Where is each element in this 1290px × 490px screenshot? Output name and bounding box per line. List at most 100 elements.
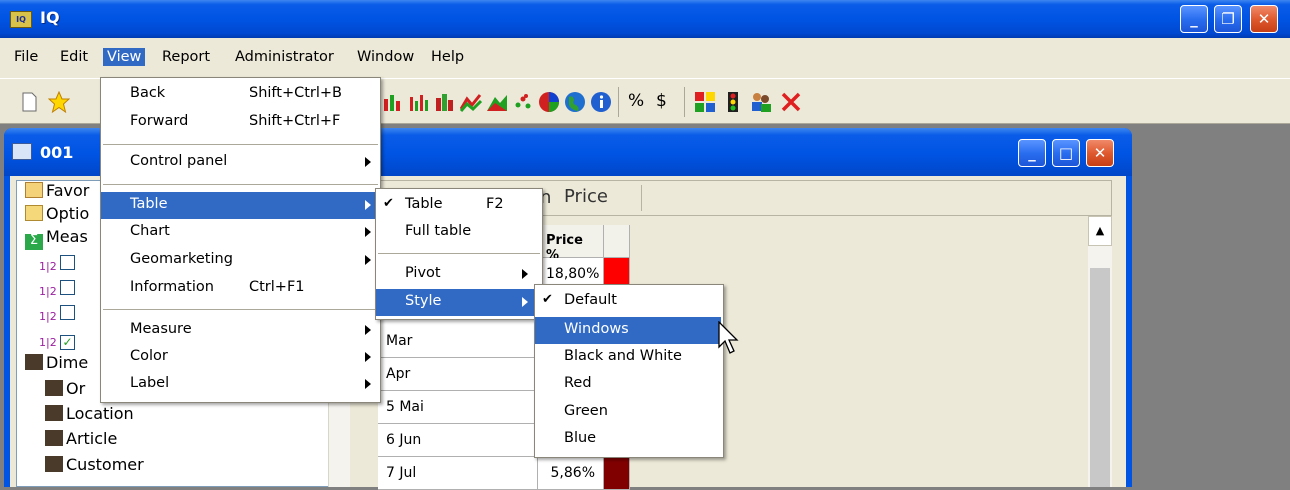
close-button[interactable]: ✕ xyxy=(1250,5,1278,33)
tree-item-measure[interactable]: 1|2 xyxy=(39,253,78,276)
menu-item-label: Table xyxy=(130,196,168,212)
row-label[interactable]: 5 Mai xyxy=(378,391,538,424)
tree-item-favorites[interactable]: Favor xyxy=(25,181,89,200)
row-label[interactable]: 7 Jul xyxy=(378,457,538,490)
row-label[interactable]: Mar xyxy=(378,325,538,358)
menu-item-label: Default xyxy=(564,292,617,308)
menu-item-style[interactable]: Style xyxy=(376,289,542,316)
menu-item-label: Black and White xyxy=(564,348,682,364)
menu-item-windows[interactable]: Windows xyxy=(535,317,721,344)
menu-separator xyxy=(378,253,540,254)
bar-chart-icon[interactable] xyxy=(382,91,404,113)
line-chart-icon[interactable] xyxy=(460,91,482,113)
tree-item-dimension[interactable]: Or xyxy=(45,379,85,398)
menu-item-color[interactable]: Color xyxy=(101,344,380,371)
menu-item-full-table[interactable]: Full table xyxy=(376,219,542,246)
checkbox[interactable] xyxy=(60,305,75,320)
area-chart-icon[interactable] xyxy=(486,91,508,113)
traffic-light-icon[interactable] xyxy=(722,91,744,113)
menu-edit[interactable]: Edit xyxy=(56,48,92,66)
menu-item-label: Forward xyxy=(130,113,189,129)
menu-item-chart[interactable]: Chart xyxy=(101,219,380,246)
info-icon[interactable] xyxy=(590,91,612,113)
menu-item-table-view[interactable]: ✔ Table F2 xyxy=(376,192,542,219)
menu-report[interactable]: Report xyxy=(158,48,214,66)
menu-item-forward[interactable]: Forward Shift+Ctrl+F xyxy=(101,109,380,136)
checkbox[interactable] xyxy=(60,255,75,270)
tree-item-measure[interactable]: 1|2 ✓ xyxy=(39,329,78,352)
menu-item-blue[interactable]: Blue xyxy=(535,426,723,453)
window-title: IQ xyxy=(40,8,60,27)
row-label[interactable]: 6 Jun xyxy=(378,424,538,457)
document-minimize-button[interactable]: _ xyxy=(1018,139,1046,167)
row-value[interactable]: 5,86% xyxy=(538,457,604,490)
scroll-up-arrow-icon[interactable]: ▲ xyxy=(1088,216,1112,246)
menu-separator xyxy=(103,309,378,310)
tree-item-measure[interactable]: 1|2 xyxy=(39,303,78,326)
menu-item-label[interactable]: Label xyxy=(101,371,380,398)
favorite-star-icon[interactable] xyxy=(48,91,70,113)
percent-button[interactable]: % xyxy=(628,91,644,111)
menu-file[interactable]: File xyxy=(10,48,42,66)
document-maximize-button[interactable]: □ xyxy=(1052,139,1080,167)
menu-item-label: Full table xyxy=(405,223,472,239)
tree-item-label: Or xyxy=(66,379,86,398)
menu-item-default[interactable]: ✔ Default xyxy=(535,288,723,315)
menu-item-label: Back xyxy=(130,85,166,101)
globe-icon[interactable] xyxy=(564,91,586,113)
maximize-button[interactable]: ❐ xyxy=(1214,5,1242,33)
menu-view[interactable]: View xyxy=(103,48,146,66)
tree-item-label: Location xyxy=(66,404,134,423)
dimension-icon xyxy=(25,354,43,370)
new-document-icon[interactable] xyxy=(18,91,40,113)
menu-item-label: Measure xyxy=(130,321,192,337)
menu-window[interactable]: Window xyxy=(353,48,418,66)
submenu-arrow-icon xyxy=(365,200,371,210)
tree-item-dimensions[interactable]: Dime xyxy=(25,353,88,372)
tree-item-customer[interactable]: Customer xyxy=(45,455,144,474)
users-icon[interactable] xyxy=(750,91,772,113)
checkbox[interactable] xyxy=(60,280,75,295)
pie-chart-icon[interactable] xyxy=(538,91,560,113)
tree-item-label: Optio xyxy=(46,204,90,223)
menu-item-shortcut: Ctrl+F1 xyxy=(249,279,305,295)
tree-item-article[interactable]: Article xyxy=(45,429,117,448)
minimize-button[interactable]: _ xyxy=(1180,5,1208,33)
column-header-color xyxy=(604,225,630,258)
stacked-bar-icon[interactable] xyxy=(408,91,430,113)
color-grid-icon[interactable] xyxy=(694,91,716,113)
tree-item-measures[interactable]: Σ Meas xyxy=(25,227,88,250)
menu-separator xyxy=(103,184,378,185)
scroll-thumb[interactable] xyxy=(1090,268,1110,487)
menu-item-measure[interactable]: Measure xyxy=(101,317,380,344)
tree-item-location[interactable]: Location xyxy=(45,404,134,423)
tree-item-measure[interactable]: 1|2 xyxy=(39,278,78,301)
column-header-price-pct[interactable]: Price % xyxy=(538,225,604,263)
scatter-chart-icon[interactable] xyxy=(512,91,534,113)
menu-administrator[interactable]: Administrator xyxy=(231,48,338,66)
menu-item-back[interactable]: Back Shift+Ctrl+B xyxy=(101,81,380,108)
menu-item-table[interactable]: Table xyxy=(101,192,380,219)
menu-help[interactable]: Help xyxy=(427,48,468,66)
menu-item-shortcut: Shift+Ctrl+B xyxy=(249,85,343,101)
grouped-bar-icon[interactable] xyxy=(434,91,456,113)
currency-button[interactable]: $ xyxy=(656,91,667,111)
menu-separator xyxy=(103,144,378,145)
mouse-pointer-icon xyxy=(718,321,739,354)
menu-item-information[interactable]: Information Ctrl+F1 xyxy=(101,275,380,302)
menu-bar: File Edit View Report Administrator Wind… xyxy=(0,38,1290,78)
measure-icon: 1|2 xyxy=(39,260,57,273)
row-label[interactable]: Apr xyxy=(378,358,538,391)
menu-item-black-and-white[interactable]: Black and White xyxy=(535,344,723,371)
menu-item-label: Control panel xyxy=(130,153,228,169)
delete-x-icon[interactable] xyxy=(780,91,802,113)
menu-item-pivot[interactable]: Pivot xyxy=(376,261,542,288)
checkbox-checked[interactable]: ✓ xyxy=(60,335,75,350)
menu-item-control-panel[interactable]: Control panel xyxy=(101,149,380,176)
price-header-tab[interactable]: Price xyxy=(564,186,608,207)
menu-item-green[interactable]: Green xyxy=(535,399,723,426)
tree-item-options[interactable]: Optio xyxy=(25,204,89,223)
menu-item-geomarketing[interactable]: Geomarketing xyxy=(101,247,380,274)
menu-item-red[interactable]: Red xyxy=(535,371,723,398)
document-close-button[interactable]: ✕ xyxy=(1086,139,1114,167)
